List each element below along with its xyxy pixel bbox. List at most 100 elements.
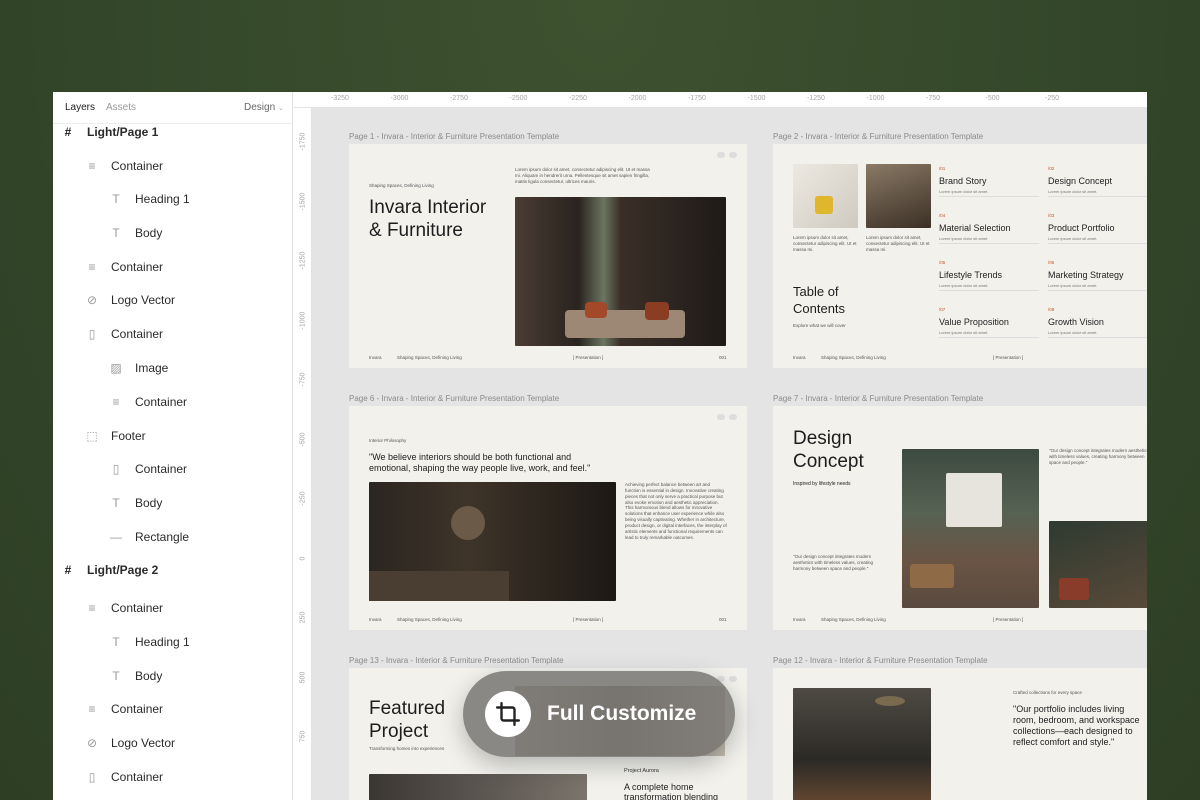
page-13-title-line-2: Project <box>369 721 429 742</box>
layer-row[interactable]: ▯ Container <box>53 323 292 345</box>
lounge-photo <box>369 482 616 601</box>
image-icon: ▨ <box>110 361 122 375</box>
toc-item[interactable]: /08 Growth Vision Lorem ipsum dolor sit am… <box>1048 307 1147 341</box>
toc-item-num: /03 <box>1048 213 1055 218</box>
ruler-tick-label: 500 <box>299 671 307 683</box>
layer-label: Footer <box>111 429 146 443</box>
frame-page-7[interactable]: Design Concept Inspired by lifestyle nee… <box>773 406 1147 630</box>
page-12-kicker: Crafted collections for every space <box>1013 690 1083 695</box>
frame-label-page-1[interactable]: Page 1 - Invara - Interior & Furniture P… <box>349 132 559 141</box>
page-12-quote-line-1: "Our portfolio includes living <box>1013 704 1125 714</box>
ruler-tick-label: -1500 <box>299 192 307 210</box>
layers-panel: Layers Assets Design ⌄ # Light/Page 1 ≡ Con… <box>53 92 293 800</box>
design-mode-label: Design <box>244 102 276 113</box>
ruler-tick-label: -250 <box>1045 95 1060 102</box>
page-6-kicker: Interior Philosophy <box>369 438 407 443</box>
toc-item[interactable]: /05 Lifestyle Trends Lorem ipsum dolor sit… <box>939 260 1043 294</box>
toc-item-title: Marketing Strategy <box>1048 270 1124 280</box>
layer-row[interactable]: ≡ Container <box>53 391 292 413</box>
frame-page-6[interactable]: Interior Philosophy "We believe interior… <box>349 406 747 630</box>
layer-label: Heading 1 <box>135 192 190 206</box>
frame-label-page-7[interactable]: Page 7 - Invara - Interior & Furniture P… <box>773 394 983 403</box>
page-1-tagline: Shaping Spaces, Defining Living <box>369 183 434 188</box>
frame-label-page-6[interactable]: Page 6 - Invara - Interior & Furniture P… <box>349 394 559 403</box>
design-mode-dropdown[interactable]: Design ⌄ <box>244 102 284 113</box>
layer-row[interactable]: ▯ Container <box>53 766 292 788</box>
text-icon: T <box>112 226 120 240</box>
frame-icon: # <box>64 563 72 577</box>
page-6-footer-tagline: Shaping Spaces, Defining Living <box>397 617 462 622</box>
layer-row[interactable]: T Body <box>53 665 292 687</box>
toc-item-title: Growth Vision <box>1048 317 1104 327</box>
layer-label: Logo Vector <box>111 736 176 750</box>
toc-divider <box>1048 196 1147 197</box>
layer-label: Container <box>111 260 164 274</box>
toc-item[interactable]: /06 Marketing Strategy Lorem ipsum dolor s… <box>1048 260 1147 294</box>
ruler-tick-label: -250 <box>299 491 307 506</box>
layer-row[interactable]: ▨ Image <box>53 357 292 379</box>
page-2-footer-tagline: Shaping Spaces, Defining Living <box>821 355 886 360</box>
toc-item[interactable]: /04 Material Selection Lorem ipsum dolor s… <box>939 213 1043 247</box>
crop-icon <box>485 691 531 737</box>
page-7-title-line-2: Concept <box>793 451 864 472</box>
layer-row[interactable]: ≡ Container <box>53 256 292 278</box>
layer-row[interactable]: ⊘ Logo Vector <box>53 289 292 311</box>
frame-page-2[interactable]: Lorem ipsum dolor sit amet, consectetur … <box>773 144 1147 368</box>
horizontal-ruler: -3250 -3000 -2750 -2500 -2250 -2000 -1750 -1500… <box>294 92 1147 108</box>
project-desc-line-1: A complete home <box>624 782 694 792</box>
layer-row[interactable]: T Body <box>53 222 292 244</box>
layer-label: Container <box>135 395 188 409</box>
frame-page-12[interactable]: Crafted collections for every space "Our… <box>773 668 1147 800</box>
ruler-tick-label: 250 <box>299 611 307 624</box>
ruler-tick-label: 750 <box>299 730 307 743</box>
toc-item-desc: Lorem ipsum dolor sit amet. <box>939 330 989 335</box>
toc-item-num: /06 <box>1048 260 1055 265</box>
toc-item-title: Design Concept <box>1048 176 1113 186</box>
ruler-tick-label: -1500 <box>747 95 766 102</box>
layer-row[interactable]: ⊘ Logo Vector <box>53 732 292 754</box>
layer-row[interactable]: T Heading 1 <box>53 631 292 653</box>
text-icon: T <box>112 496 120 510</box>
toc-item[interactable]: /07 Value Proposition Lorem ipsum dolor si… <box>939 307 1043 341</box>
toc-subtitle: Explore what we will cover <box>793 323 846 328</box>
layer-row[interactable]: ≡ Container <box>53 698 292 720</box>
ruler-tick-label: -1250 <box>807 95 825 102</box>
layer-row[interactable]: ≡ Container <box>53 597 292 619</box>
full-customize-badge[interactable]: Full Customize <box>463 671 735 757</box>
frame-label-page-13[interactable]: Page 13 - Invara - Interior & Furniture … <box>349 656 564 665</box>
layer-frame-row[interactable]: # Light/Page 2 <box>53 559 292 581</box>
ruler-tick-label: -1750 <box>299 132 307 151</box>
layer-row[interactable]: ▯ Container <box>53 458 292 480</box>
frame-label-page-12[interactable]: Page 12 - Invara - Interior & Furniture … <box>773 656 988 665</box>
tab-assets[interactable]: Assets <box>106 102 136 113</box>
interior-photo <box>866 164 931 228</box>
toc-item[interactable]: /01 Brand Story Lorem ipsum dolor sit amet… <box>939 166 1043 200</box>
ruler-tick-label: -1000 <box>866 95 885 102</box>
layer-row[interactable]: — Rectangle <box>53 526 292 548</box>
layer-label: Rectangle <box>135 530 190 544</box>
toc-caption-2: Lorem ipsum dolor sit amet, consectetur … <box>866 235 930 252</box>
tab-layers[interactable]: Layers <box>65 102 95 113</box>
layer-row[interactable]: ⬚ Footer <box>53 425 292 447</box>
toc-divider <box>939 290 1039 291</box>
layer-label: Container <box>111 601 164 615</box>
vector-icon: ⊘ <box>86 293 98 307</box>
layer-row[interactable]: T Body <box>53 492 292 514</box>
layer-label: Image <box>135 361 169 375</box>
layer-row[interactable]: ≡ Container <box>53 155 292 177</box>
project-desc-line-2: transformation blending <box>624 792 719 800</box>
toc-item-desc: Lorem ipsum dolor sit amet. <box>939 236 989 241</box>
frame-page-1[interactable]: Shaping Spaces, Defining Living Lorem ip… <box>349 144 747 368</box>
toc-item[interactable]: /03 Product Portfolio Lorem ipsum dolor si… <box>1048 213 1147 247</box>
project-photo <box>369 774 587 800</box>
toc-item[interactable]: /02 Design Concept Lorem ipsum dolor sit a… <box>1048 166 1147 200</box>
layer-frame-row[interactable]: # Light/Page 1 <box>53 121 292 143</box>
frame-label-page-2[interactable]: Page 2 - Invara - Interior & Furniture P… <box>773 132 983 141</box>
layer-label: Body <box>135 669 163 683</box>
ruler-tick-label: -500 <box>299 432 307 447</box>
toc-item-num: /04 <box>939 213 946 218</box>
design-concept-photo <box>902 449 1039 608</box>
layer-row[interactable]: T Heading 1 <box>53 188 292 210</box>
toc-item-title: Value Proposition <box>939 317 1009 327</box>
toc-item-title: Product Portfolio <box>1048 223 1115 233</box>
